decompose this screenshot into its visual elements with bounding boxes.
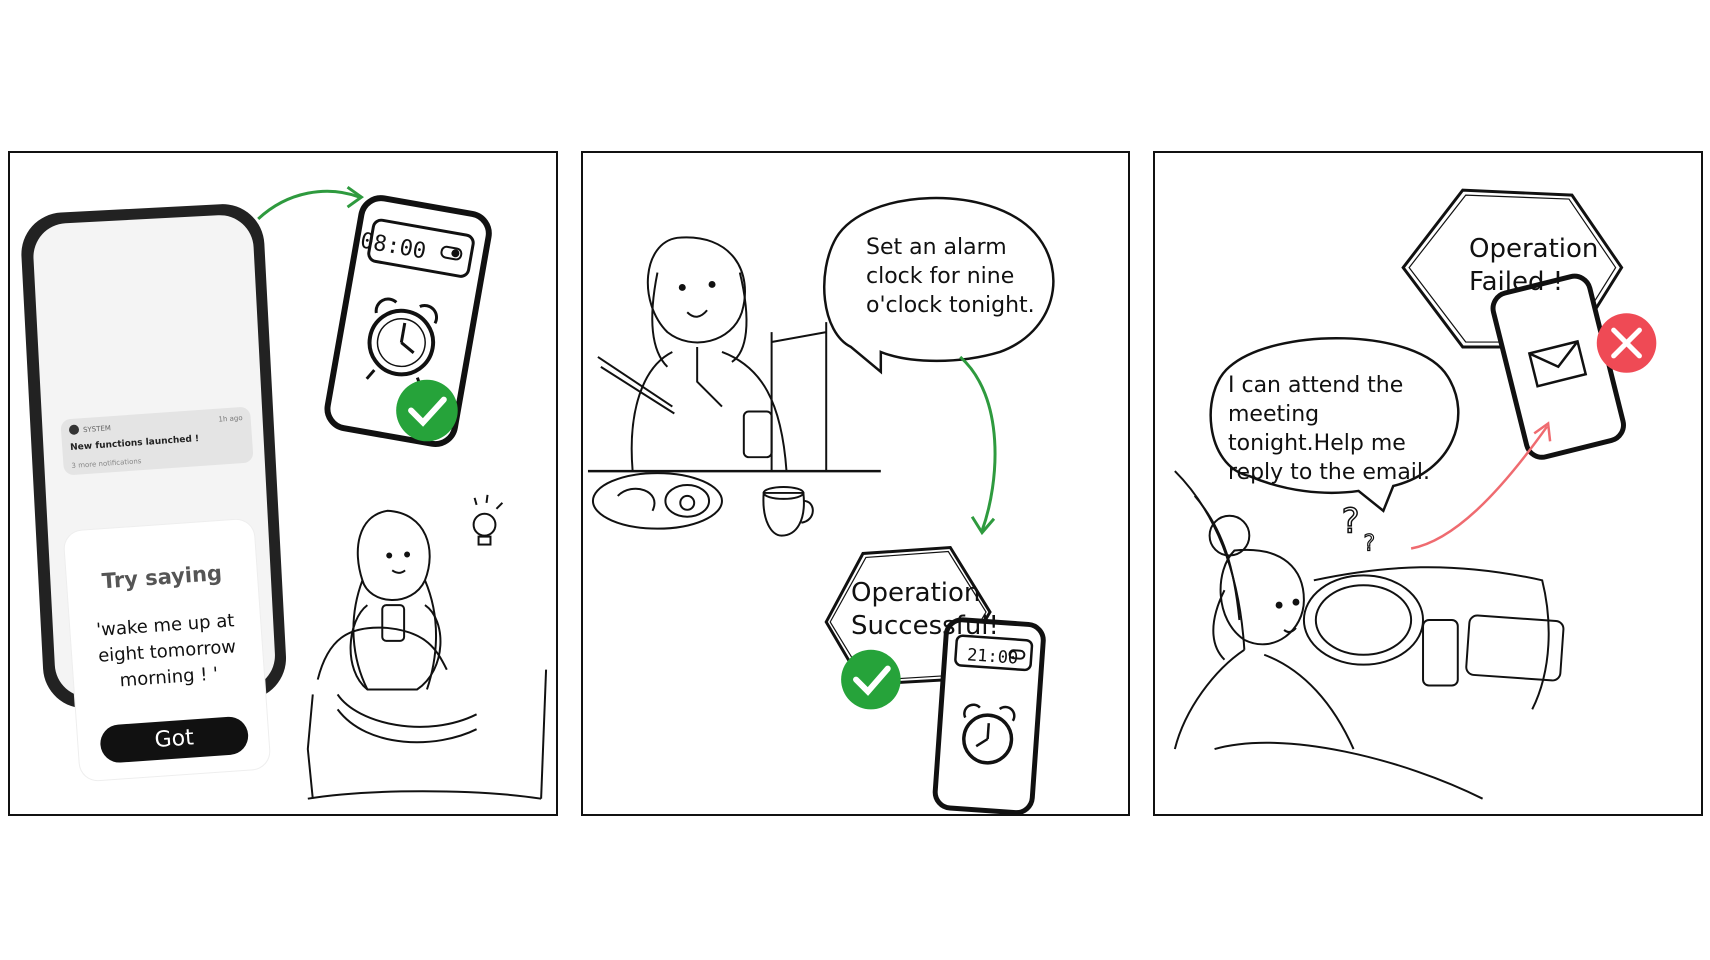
speech-bubble-text: Set an alarm clock for nine o'clock toni…: [866, 235, 1035, 318]
notification-source: SYSTEM: [82, 424, 112, 435]
tip-card-title: Try saying: [101, 561, 223, 594]
lightbulb-icon: [472, 494, 504, 546]
comic-panel-1: SYSTEM 1h ago New functions launched ! 3…: [8, 151, 558, 816]
svg-text:?: ?: [1342, 502, 1360, 541]
notification-message: New functions launched !: [69, 434, 200, 454]
failure-x-icon: [1596, 313, 1657, 373]
got-button[interactable]: Got: [99, 715, 250, 764]
comic-panel-3: ? ? Operation Failed ! I can attend the …: [1153, 151, 1703, 816]
woman-driving-illustration: [1173, 470, 1565, 800]
tip-card-phrase: 'wake me up at eight tomorrow morning ! …: [95, 610, 237, 692]
green-arrow: [257, 189, 360, 221]
result-message: Operation Successful!: [851, 578, 999, 641]
success-check-icon: [841, 649, 901, 710]
speech-bubble-text: I can attend the meeting tonight.Help me…: [1228, 373, 1431, 485]
tip-card: Try saying 'wake me up at eight tomorrow…: [63, 518, 271, 782]
email-phone-illustration: [1490, 273, 1626, 460]
notification-time: 1h ago: [218, 413, 243, 424]
system-icon: [68, 424, 80, 436]
alarm-time-display: 21:00: [966, 645, 1019, 669]
comic-panel-2: Set an alarm clock for nine o'clock toni…: [581, 151, 1130, 816]
result-message: Operation Failed !: [1469, 234, 1599, 297]
svg-text:?: ?: [1363, 532, 1375, 557]
notification-more: 3 more notifications: [71, 457, 142, 471]
green-arrow-down: [959, 355, 997, 532]
success-check-icon: [396, 379, 458, 442]
woman-on-bed-illustration: [306, 509, 548, 800]
